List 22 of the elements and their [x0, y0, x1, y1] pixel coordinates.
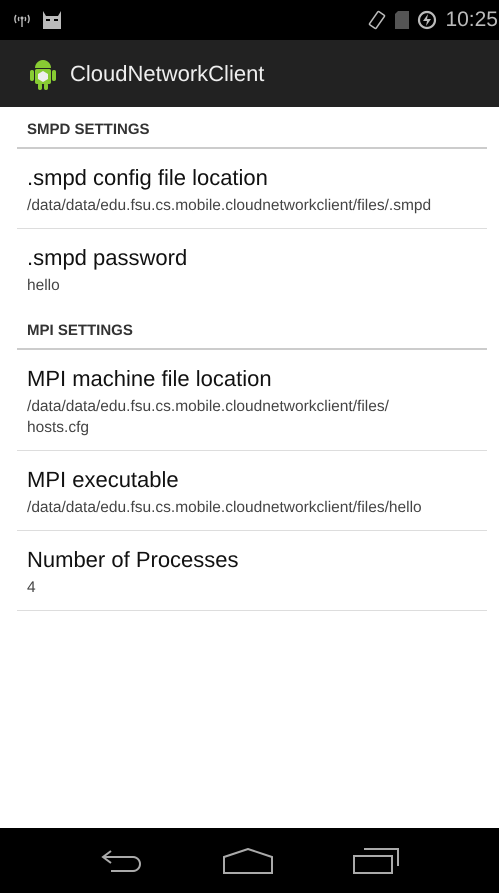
- preference-summary: /data/data/edu.fsu.cs.mobile.cloudnetworkclient/files/hosts.cfg: [27, 397, 390, 438]
- robot-icon: [40, 11, 64, 29]
- battery-charging-icon: [417, 10, 438, 30]
- sim-icon: [395, 11, 410, 29]
- clock: 10:25: [445, 8, 498, 32]
- preference-summary: 4: [27, 578, 37, 598]
- preference-summary: /data/data/edu.fsu.cs.mobile.cloudnetworkclient/files/hello: [27, 498, 423, 518]
- preference-title[interactable]: MPI machine file location: [27, 366, 487, 392]
- preference-title[interactable]: MPI executable: [27, 467, 487, 493]
- preference-summary: hello: [27, 276, 61, 296]
- section-header: SMPD SETTINGS: [27, 121, 150, 138]
- app-title: CloudNetworkClient: [70, 60, 264, 86]
- section-header: MPI SETTINGS: [27, 322, 133, 339]
- phone-rotate-icon: [367, 10, 388, 30]
- preference-summary: /data/data/edu.fsu.cs.mobile.cloudnetworkclient/files/.smpd: [27, 196, 432, 216]
- preference-title[interactable]: .smpd password: [27, 245, 487, 271]
- preference-title[interactable]: .smpd config file location: [27, 165, 487, 191]
- recent-apps-icon[interactable]: [352, 848, 400, 874]
- android-icon: [30, 58, 56, 90]
- antenna-icon: [12, 13, 32, 27]
- home-icon[interactable]: [222, 848, 274, 874]
- preference-title[interactable]: Number of Processes: [27, 547, 487, 573]
